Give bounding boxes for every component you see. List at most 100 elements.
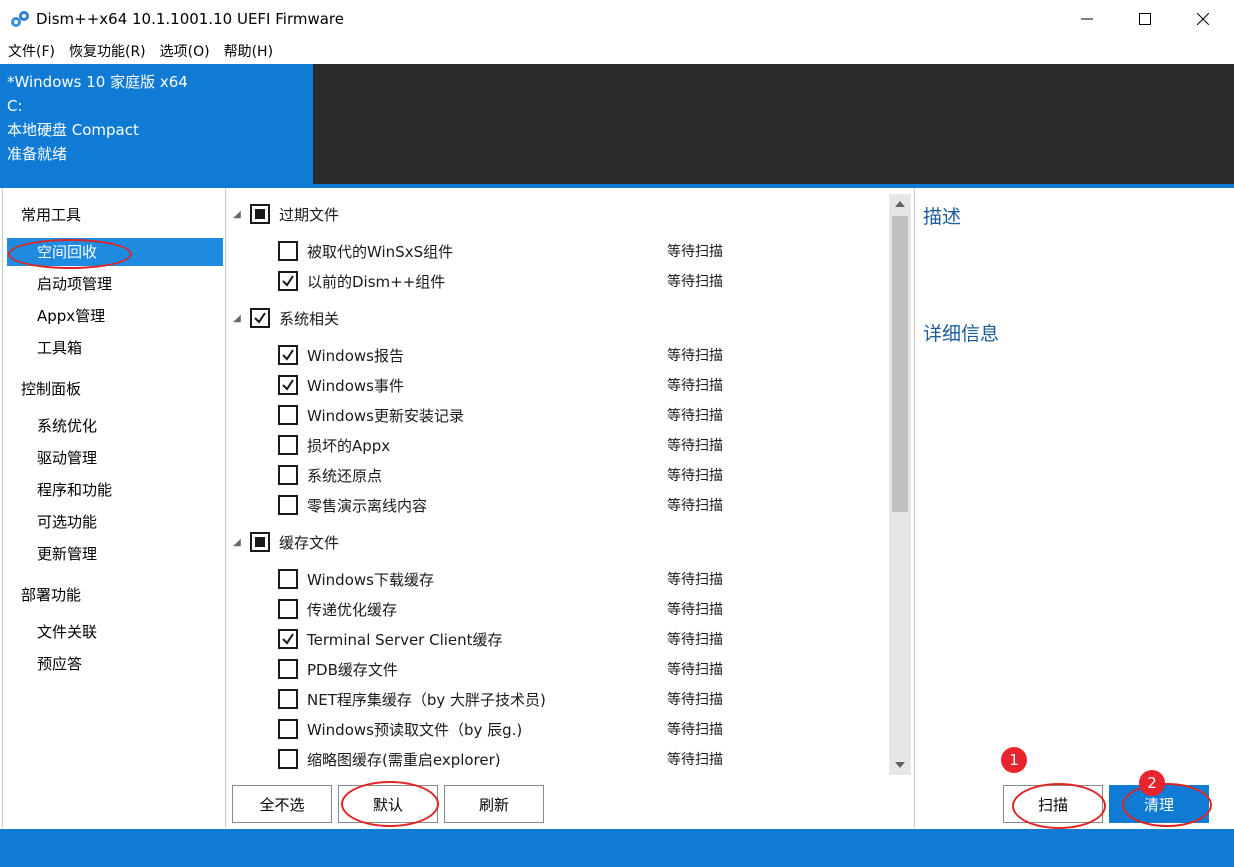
collapse-arrow-icon[interactable]: ◢ [228,209,246,220]
item-status: 等待扫描 [667,498,723,514]
category-expired-files[interactable]: ◢ 过期文件 [228,200,339,228]
item-label: Windows报告 [307,346,404,365]
menu-options[interactable]: 选项(O) [160,41,210,61]
item-checkbox[interactable] [278,375,298,395]
item-status: 等待扫描 [667,572,723,588]
scroll-up-icon[interactable] [889,194,911,214]
item-checkbox[interactable] [278,241,298,261]
item-checkbox[interactable] [278,629,298,649]
list-item[interactable]: Windows更新安装记录 等待扫描 [278,401,723,429]
window-title: Dism++x64 10.1.1001.10 UEFI Firmware [36,10,344,28]
status-text: 准备就绪 [7,145,68,163]
item-label: Terminal Server Client缓存 [307,630,503,649]
collapse-arrow-icon[interactable]: ◢ [228,537,246,548]
sidebar-item-drivers[interactable]: 驱动管理 [7,444,223,472]
category-label: 过期文件 [279,205,340,224]
scroll-thumb[interactable] [892,216,908,512]
list-item[interactable]: 系统还原点 等待扫描 [278,461,723,489]
sidebar-item-answer-file[interactable]: 预应答 [7,650,223,678]
close-button[interactable] [1174,0,1232,38]
category-checkbox[interactable] [250,532,270,552]
list-item[interactable]: Windows报告 等待扫描 [278,341,723,369]
category-checkbox[interactable] [250,308,270,328]
list-item[interactable]: 零售演示离线内容 等待扫描 [278,491,723,519]
list-item[interactable]: Windows事件 等待扫描 [278,371,723,399]
banner-dark-area [313,64,1234,184]
menu-restore[interactable]: 恢复功能(R) [69,41,146,61]
list-item[interactable]: 以前的Dism++组件 等待扫描 [278,267,723,295]
item-status: 等待扫描 [667,274,723,290]
description-heading: 描述 [923,206,962,228]
list-item[interactable]: PDB缓存文件 等待扫描 [278,655,723,683]
maximize-button[interactable] [1116,0,1174,38]
sidebar-item-updates[interactable]: 更新管理 [7,540,223,568]
select-none-button[interactable]: 全不选 [232,785,332,823]
item-label: NET程序集缓存（by 大胖子技术员) [307,690,546,709]
list-item[interactable]: Terminal Server Client缓存 等待扫描 [278,625,723,653]
sidebar-item-programs[interactable]: 程序和功能 [7,476,223,504]
item-status: 等待扫描 [667,662,723,678]
item-status: 等待扫描 [667,602,723,618]
step-badge-scan: 1 [1001,747,1027,773]
list-item[interactable]: Windows预读取文件（by 辰g.) 等待扫描 [278,715,723,743]
details-heading: 详细信息 [923,323,1000,345]
list-item[interactable]: 传递优化缓存 等待扫描 [278,595,723,623]
collapse-arrow-icon[interactable]: ◢ [228,313,246,324]
sidebar-item-toolbox[interactable]: 工具箱 [7,334,223,362]
category-system[interactable]: ◢ 系统相关 [228,304,339,332]
disk-info: 本地硬盘 Compact [7,121,139,139]
item-checkbox[interactable] [278,569,298,589]
list-item[interactable]: 被取代的WinSxS组件 等待扫描 [278,237,723,265]
cleanup-list: ◢ 过期文件 被取代的WinSxS组件 等待扫描 以前的Dism++组件 等待扫… [228,188,888,778]
item-label: 被取代的WinSxS组件 [307,242,454,261]
item-status: 等待扫描 [667,632,723,648]
item-checkbox[interactable] [278,659,298,679]
item-checkbox[interactable] [278,271,298,291]
item-checkbox[interactable] [278,465,298,485]
step-badge-clean: 2 [1139,770,1165,796]
item-label: Windows事件 [307,376,404,395]
menu-help[interactable]: 帮助(H) [224,41,273,61]
drive-letter: C: [7,97,23,115]
detail-panel: 描述 详细信息 [914,188,1230,828]
list-item[interactable]: NET程序集缓存（by 大胖子技术员) 等待扫描 [278,685,723,713]
list-scrollbar[interactable] [889,194,911,775]
category-checkbox[interactable] [250,204,270,224]
item-checkbox[interactable] [278,405,298,425]
item-checkbox[interactable] [278,435,298,455]
item-checkbox[interactable] [278,495,298,515]
scan-button[interactable]: 扫描 [1003,785,1103,823]
scroll-down-icon[interactable] [889,755,911,775]
minimize-button[interactable] [1058,0,1116,38]
system-info-panel[interactable]: *Windows 10 家庭版 x64 C: 本地硬盘 Compact 准备就绪 [0,64,313,184]
sidebar-item-startup[interactable]: 启动项管理 [7,270,223,298]
item-checkbox[interactable] [278,345,298,365]
default-button[interactable]: 默认 [338,785,438,823]
item-checkbox[interactable] [278,599,298,619]
title-bar: Dism++x64 10.1.1001.10 UEFI Firmware [0,0,1234,38]
status-bar [0,829,1234,867]
item-status: 等待扫描 [667,348,723,364]
item-checkbox[interactable] [278,719,298,739]
refresh-button[interactable]: 刷新 [444,785,544,823]
category-label: 系统相关 [279,309,340,328]
minimize-icon [1081,18,1093,20]
menu-file[interactable]: 文件(F) [8,41,55,61]
category-cache-files[interactable]: ◢ 缓存文件 [228,528,339,556]
list-item[interactable]: 损坏的Appx 等待扫描 [278,431,723,459]
item-label: 传递优化缓存 [307,600,398,619]
gears-icon [10,9,32,29]
item-status: 等待扫描 [667,752,723,768]
item-label: Windows预读取文件（by 辰g.) [307,720,523,739]
sidebar-item-optional-features[interactable]: 可选功能 [7,508,223,536]
item-checkbox[interactable] [278,749,298,769]
item-checkbox[interactable] [278,689,298,709]
list-item[interactable]: Windows下载缓存 等待扫描 [278,565,723,593]
item-label: Windows下载缓存 [307,570,434,589]
sidebar-item-appx[interactable]: Appx管理 [7,302,223,330]
sidebar-item-file-assoc[interactable]: 文件关联 [7,618,223,646]
sidebar-item-optimize[interactable]: 系统优化 [7,412,223,440]
list-item[interactable]: 缩略图缓存(需重启explorer) 等待扫描 [278,745,723,773]
close-icon [1197,13,1209,25]
sidebar-item-space-cleanup[interactable]: 空间回收 [7,238,223,266]
